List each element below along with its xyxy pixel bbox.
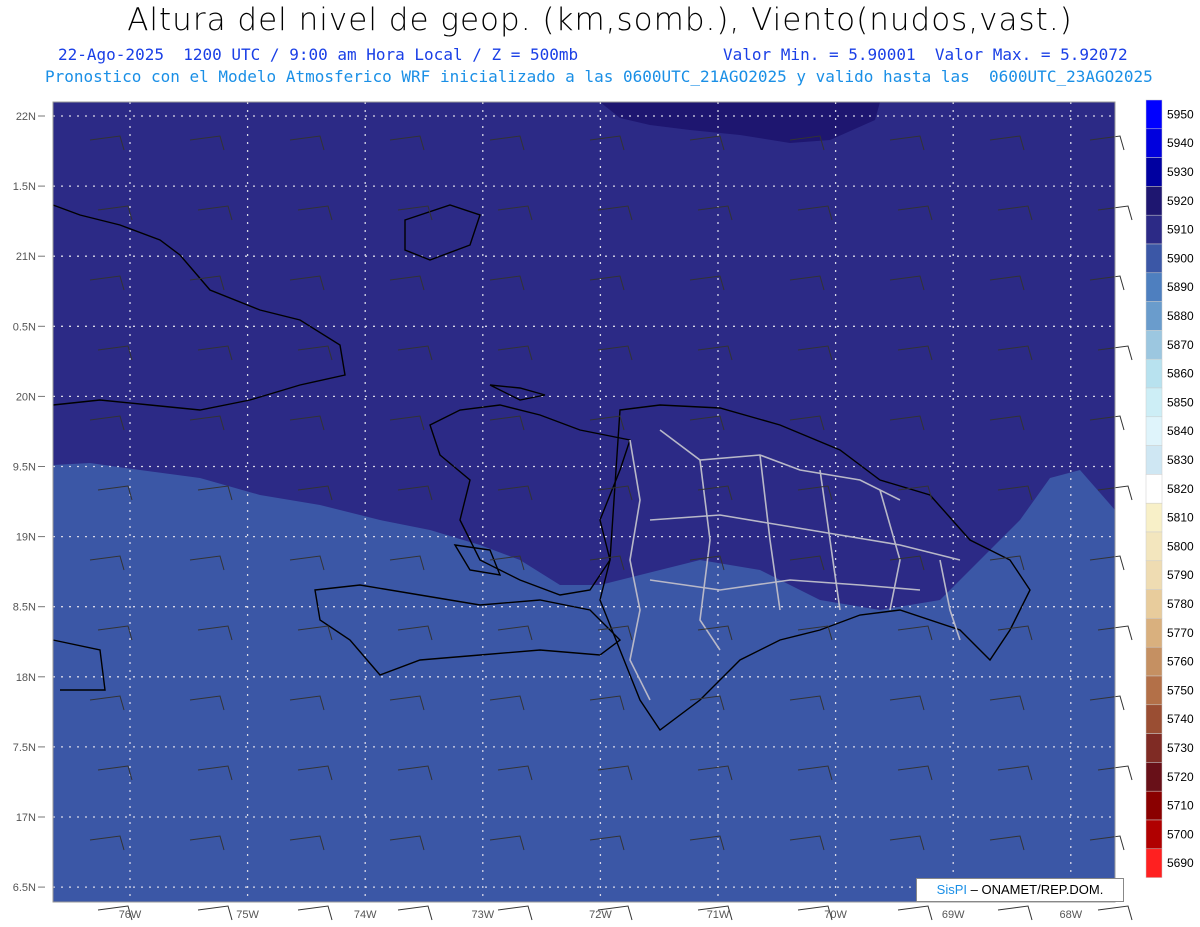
colorbar-swatch — [1145, 387, 1163, 418]
colorbar-label: 5690 — [1167, 856, 1194, 870]
colorbar-label: 5790 — [1167, 568, 1194, 582]
lat-label: 0.5N — [13, 321, 36, 333]
colorbar-label: 5720 — [1167, 770, 1194, 784]
colorbar-label: 5890 — [1167, 280, 1194, 294]
colorbar-label: 5760 — [1167, 655, 1194, 669]
colorbar-label: 5800 — [1167, 539, 1194, 553]
wind-barb — [197, 905, 233, 921]
lat-label: 8.5N — [13, 602, 36, 614]
sispi-brand: SisPI — [936, 882, 968, 897]
colorbar-swatch — [1145, 646, 1163, 677]
lon-label: 71W — [707, 909, 730, 921]
lon-label: 69W — [942, 909, 965, 921]
colorbar-swatch — [1145, 531, 1163, 562]
colorbar-swatch — [1145, 502, 1163, 533]
colorbar-swatch — [1145, 214, 1163, 245]
colorbar-label: 5830 — [1167, 453, 1194, 467]
wind-barb — [297, 905, 333, 921]
latitude-labels: 22N 1.5N 21N 0.5N 20N 9.5N 19N 8.5N 18N 7.5N 17N 6.… — [13, 111, 45, 894]
longitude-labels: 76W 75W 74W 73W 72W 71W 70W 69W 68W — [119, 909, 1083, 921]
colorbar-swatch — [1145, 330, 1163, 360]
lon-label: 74W — [354, 909, 377, 921]
colorbar-swatch — [1145, 733, 1163, 763]
colorbar-swatch — [1145, 589, 1163, 619]
colorbar-swatch — [1145, 819, 1163, 850]
colorbar-swatch — [1145, 272, 1163, 302]
colorbar-label: 5910 — [1167, 223, 1194, 237]
colorbar-swatch — [1145, 157, 1163, 187]
colorbar-swatch — [1145, 848, 1163, 878]
colorbar-swatch — [1145, 416, 1163, 446]
colorbar-swatch — [1145, 358, 1163, 389]
wind-barb — [397, 905, 433, 921]
lat-label: 7.5N — [13, 742, 36, 754]
colorbar-label: 5730 — [1167, 741, 1194, 755]
colorbar-label: 5930 — [1167, 165, 1194, 179]
colorbar-label: 5900 — [1167, 251, 1194, 265]
colorbar-swatch — [1145, 186, 1163, 216]
colorbar-swatch — [1145, 618, 1163, 648]
lon-label: 75W — [236, 909, 259, 921]
colorbar-label: 5750 — [1167, 683, 1194, 697]
colorbar-label: 5740 — [1167, 712, 1194, 726]
wind-barb — [497, 905, 533, 921]
colorbar-label: 5820 — [1167, 482, 1194, 496]
credit-box: SisPI – ONAMET/REP.DOM. — [916, 878, 1124, 902]
colorbar-label: 5770 — [1167, 626, 1194, 640]
colorbar-label: 5880 — [1167, 309, 1194, 323]
colorbar-label: 5870 — [1167, 338, 1194, 352]
colorbar-label: 5710 — [1167, 799, 1194, 813]
lon-label: 72W — [589, 909, 612, 921]
colorbar-label: 5940 — [1167, 136, 1194, 150]
colorbar-swatch — [1145, 301, 1163, 331]
lat-label: 1.5N — [13, 181, 36, 193]
colorbar-label: 5810 — [1167, 511, 1194, 525]
colorbar-swatch — [1145, 704, 1163, 734]
colorbar-label: 5840 — [1167, 424, 1194, 438]
lon-label: 76W — [119, 909, 142, 921]
lat-label: 22N — [16, 111, 36, 123]
colorbar-label: 5860 — [1167, 367, 1194, 381]
colorbar-swatch — [1145, 762, 1163, 792]
wind-barb — [897, 905, 933, 921]
colorbar-swatch — [1145, 445, 1163, 475]
colorbar-swatch — [1145, 560, 1163, 590]
colorbar-swatch — [1145, 474, 1163, 504]
colorbar-label: 5780 — [1167, 597, 1194, 611]
lat-label: 19N — [16, 532, 36, 544]
lat-label: 20N — [16, 391, 36, 403]
wind-barb — [1097, 905, 1133, 921]
colorbar-swatch — [1145, 128, 1163, 158]
wind-barb — [997, 905, 1033, 921]
lat-label: 21N — [16, 251, 36, 263]
lat-label: 18N — [16, 672, 36, 684]
colorbar-swatch — [1145, 675, 1163, 706]
lon-label: 73W — [471, 909, 494, 921]
colorbar-swatch — [1145, 243, 1163, 274]
colorbar-label: 5850 — [1167, 395, 1194, 409]
geopotential-map: 22N 1.5N 21N 0.5N 20N 9.5N 19N 8.5N 18N 7.5N 17N 6.… — [13, 99, 1194, 921]
credit-text: – ONAMET/REP.DOM. — [967, 882, 1104, 897]
colorbar-label: 5920 — [1167, 194, 1194, 208]
lon-label: 68W — [1059, 909, 1082, 921]
colorbar-label: 5700 — [1167, 827, 1194, 841]
colorbar-swatch — [1145, 99, 1163, 130]
height-contour-fill — [53, 102, 1115, 902]
lat-label: 17N — [16, 812, 36, 824]
colorbar-label: 5950 — [1167, 107, 1194, 121]
color-scale-bar: 5950 5940 5930 5920 5910 5900 5890 5880 5870 5860… — [1145, 99, 1194, 878]
lon-label: 70W — [824, 909, 847, 921]
lat-label: 6.5N — [13, 882, 36, 894]
lat-label: 9.5N — [13, 462, 36, 474]
colorbar-swatch — [1145, 790, 1163, 821]
